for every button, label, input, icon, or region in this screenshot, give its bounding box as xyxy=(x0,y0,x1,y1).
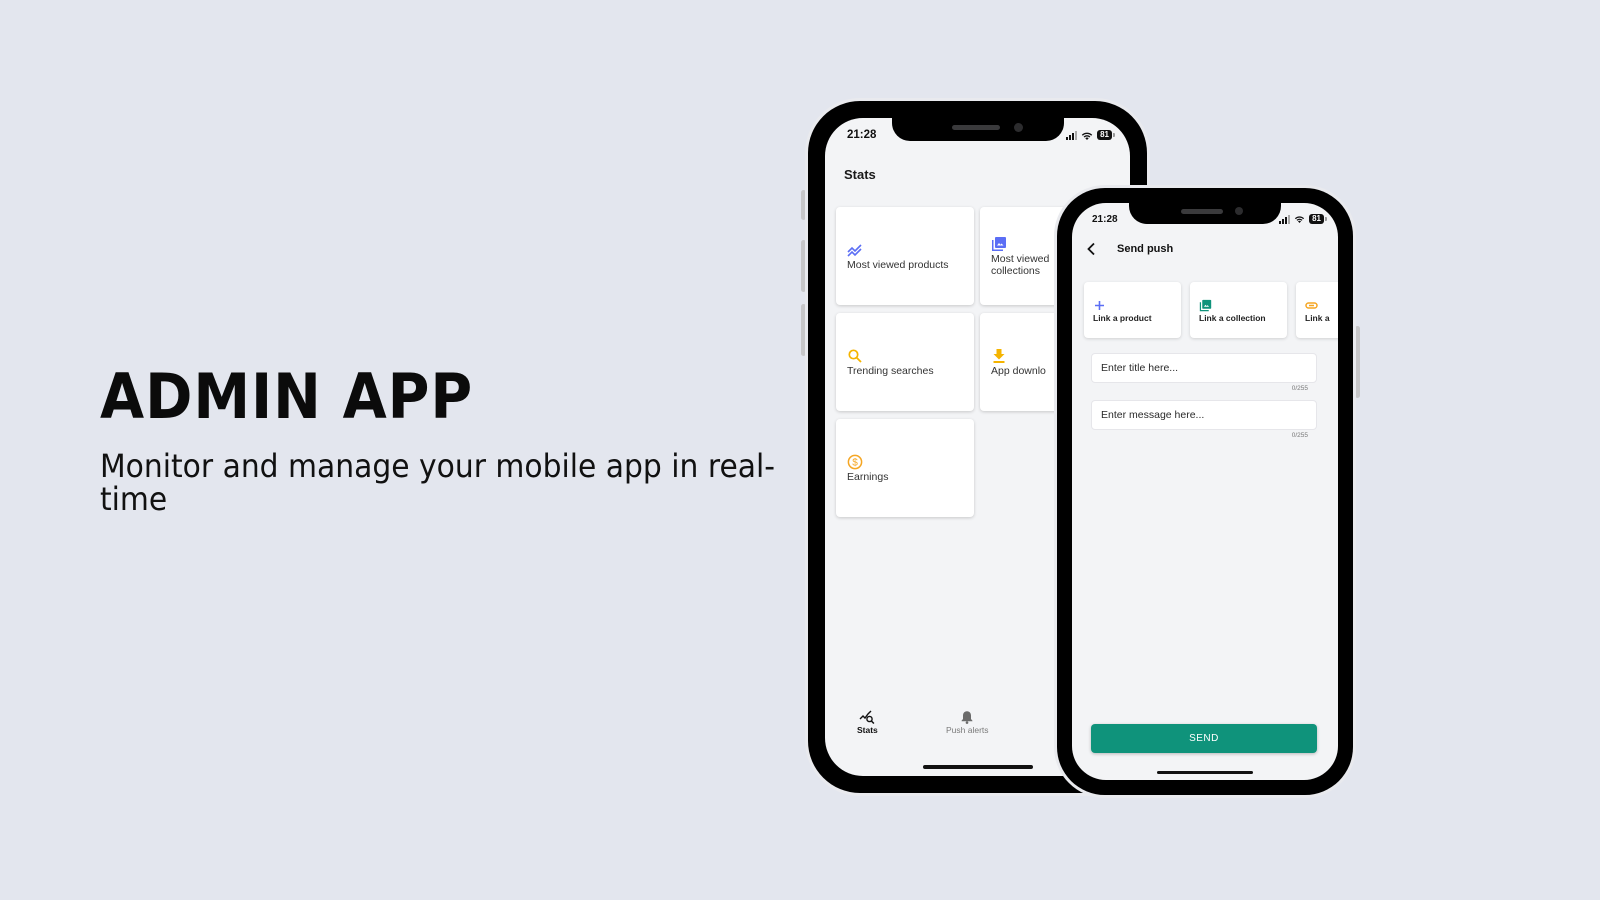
phone-send-push: 21:28 81 Send push Link a product Link a… xyxy=(1057,188,1353,795)
send-button[interactable]: SEND xyxy=(1091,724,1317,753)
hero-section: ADMIN APP Monitor and manage your mobile… xyxy=(100,366,780,516)
chevron-left-icon xyxy=(1087,242,1095,256)
tab-stats[interactable]: Stats xyxy=(857,710,878,735)
phone-power-button xyxy=(1355,326,1360,398)
phone-mute-switch xyxy=(801,190,806,220)
image-collection-icon xyxy=(992,237,1006,251)
home-indicator xyxy=(1157,771,1253,774)
link-options-row: Link a product Link a collection Link a xyxy=(1084,282,1338,338)
tab-push-alerts[interactable]: Push alerts xyxy=(946,710,989,735)
back-button[interactable] xyxy=(1082,240,1100,258)
card-label: Earnings xyxy=(847,471,889,483)
phone-notch xyxy=(1129,203,1281,224)
download-icon xyxy=(993,349,1005,363)
page-title: Send push xyxy=(1117,243,1174,255)
wifi-icon xyxy=(1081,132,1093,140)
card-label: Most viewed products xyxy=(847,259,949,271)
stats-chart-icon xyxy=(859,710,875,724)
page-title: Stats xyxy=(844,167,876,182)
send-push-screen: 21:28 81 Send push Link a product Link a… xyxy=(1072,203,1338,780)
trending-chart-icon xyxy=(847,244,862,257)
title-char-counter: 0/255 xyxy=(1291,385,1308,392)
link-icon xyxy=(1305,302,1318,309)
signal-icon xyxy=(1066,130,1078,140)
card-most-viewed-products[interactable]: Most viewed products xyxy=(836,207,974,305)
home-indicator xyxy=(922,765,1033,769)
link-product-button[interactable]: Link a product xyxy=(1084,282,1181,338)
card-trending-searches[interactable]: Trending searches xyxy=(836,313,974,411)
image-collection-icon xyxy=(1199,299,1212,312)
push-title-input[interactable] xyxy=(1091,353,1317,383)
signal-icon xyxy=(1279,214,1291,224)
phone-volume-down xyxy=(801,304,806,356)
phone-volume-up xyxy=(801,240,806,292)
card-earnings[interactable]: $ Earnings xyxy=(836,419,974,517)
push-message-input[interactable] xyxy=(1091,400,1317,430)
message-char-counter: 0/255 xyxy=(1291,432,1308,439)
hero-title: ADMIN APP xyxy=(100,360,474,433)
screen-header: Send push xyxy=(1082,239,1328,259)
phone-notch xyxy=(891,118,1064,141)
battery-indicator: 81 xyxy=(1097,130,1115,140)
plus-icon xyxy=(1095,301,1104,310)
hero-subtitle: Monitor and manage your mobile app in re… xyxy=(100,447,775,518)
bell-icon xyxy=(961,711,973,724)
search-icon xyxy=(848,349,862,363)
status-time: 21:28 xyxy=(1092,213,1118,225)
link-option-label: Link a product xyxy=(1093,313,1152,323)
tab-label: Push alerts xyxy=(946,725,989,735)
wifi-icon xyxy=(1294,216,1305,223)
link-option-label: Link a collection xyxy=(1199,313,1266,323)
dollar-coin-icon: $ xyxy=(847,454,863,470)
svg-text:$: $ xyxy=(852,458,858,469)
card-label: Trending searches xyxy=(847,365,934,377)
link-collection-button[interactable]: Link a collection xyxy=(1190,282,1287,338)
battery-indicator: 81 xyxy=(1309,214,1327,224)
link-url-button[interactable]: Link a xyxy=(1296,282,1338,338)
status-time: 21:28 xyxy=(847,129,877,141)
link-option-label: Link a xyxy=(1305,313,1330,323)
tab-label: Stats xyxy=(857,725,878,735)
